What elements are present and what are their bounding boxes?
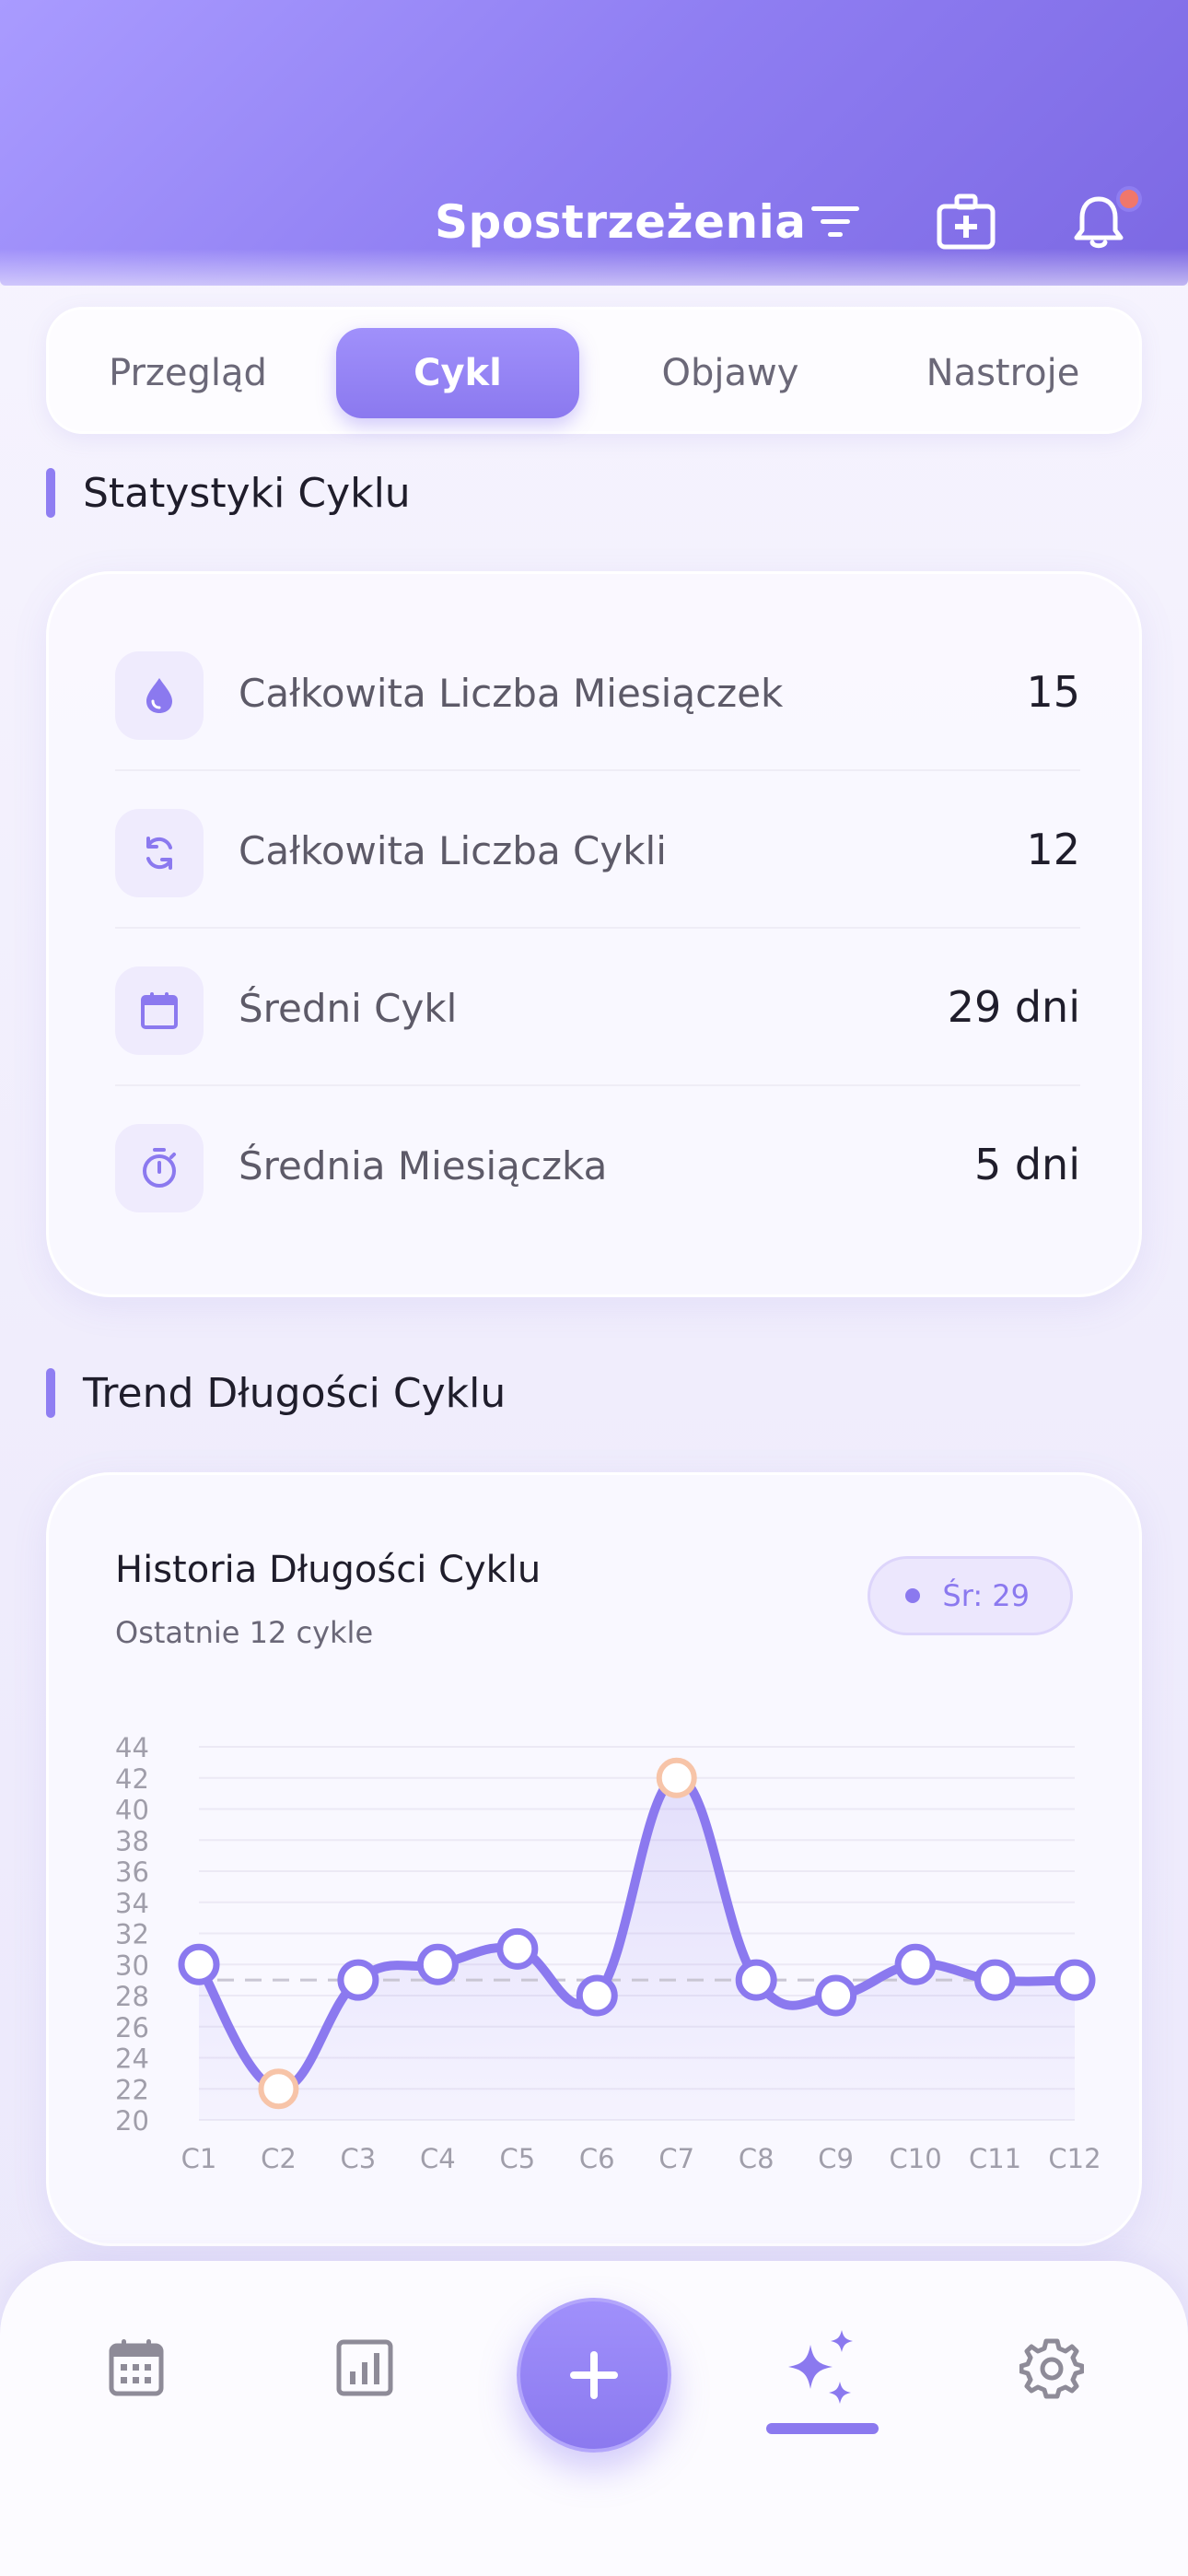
- header: Spostrzeżenia: [0, 0, 1188, 286]
- stat-label: Średni Cykl: [239, 986, 458, 1031]
- data-point: [496, 1927, 539, 1970]
- y-tick-label: 22: [115, 2074, 149, 2105]
- y-tick-label: 28: [115, 1981, 149, 2012]
- data-point: [974, 1959, 1017, 2001]
- data-point: [416, 1943, 459, 1985]
- tab-overview[interactable]: Przegląd: [67, 328, 309, 418]
- stat-row: Średni Cykl 29 dni: [115, 929, 1080, 1086]
- tab-symptoms[interactable]: Objawy: [609, 328, 852, 418]
- data-point: [337, 1959, 379, 2001]
- y-tick-label: 30: [115, 1950, 149, 1981]
- data-point: [656, 1757, 697, 1798]
- y-tick-label: 36: [115, 1856, 149, 1888]
- y-tick-label: 44: [115, 1732, 149, 1763]
- y-tick-label: 32: [115, 1919, 149, 1950]
- section-title-text: Statystyki Cyklu: [83, 469, 411, 517]
- section-title-stats: Statystyki Cyklu: [46, 468, 411, 518]
- x-tick-label: C7: [658, 2143, 694, 2174]
- tab-cycle[interactable]: Cykl: [336, 328, 579, 418]
- stat-value: 29 dni: [947, 982, 1080, 1032]
- trend-area: [199, 1777, 1075, 2120]
- x-tick-label: C1: [181, 2143, 217, 2174]
- section-accent-bar: [46, 468, 55, 518]
- stat-value: 15: [1026, 667, 1080, 717]
- trend-line-chart: 44424038363432302826242220 C1 C2 C3 C4 C5 C6 C7…: [115, 1732, 1101, 2174]
- x-tick-label: C5: [499, 2143, 535, 2174]
- stat-label: Całkowita Liczba Miesiączek: [239, 671, 784, 716]
- add-icon: [570, 2351, 618, 2399]
- x-tick-label: C2: [261, 2143, 297, 2174]
- x-tick-label: C11: [969, 2143, 1021, 2174]
- x-tick-label: C3: [341, 2143, 377, 2174]
- filter-icon[interactable]: [803, 190, 868, 254]
- section-title-trend: Trend Długości Cyklu: [46, 1368, 506, 1418]
- stat-row: Całkowita Liczba Miesiączek 15: [115, 614, 1080, 771]
- calendar-icon[interactable]: [90, 2322, 182, 2414]
- stat-row: Średnia Miesiączka 5 dni: [115, 1086, 1080, 1244]
- stat-row: Całkowita Liczba Cykli 12: [115, 771, 1080, 929]
- data-point: [815, 1974, 857, 2017]
- stat-label: Średnia Miesiączka: [239, 1143, 608, 1188]
- x-tick-label: C10: [890, 2143, 942, 2174]
- cycle-icon: [115, 809, 204, 897]
- y-tick-label: 24: [115, 2043, 149, 2075]
- stat-value: 12: [1026, 825, 1080, 874]
- y-tick-label: 40: [115, 1795, 149, 1826]
- y-tick-label: 42: [115, 1763, 149, 1795]
- active-nav-indicator: [766, 2423, 879, 2434]
- x-tick-label: C9: [818, 2143, 854, 2174]
- add-button[interactable]: [517, 2298, 671, 2453]
- stats-card: Całkowita Liczba Miesiączek 15 Całkowita…: [46, 571, 1142, 1297]
- data-point: [735, 1959, 777, 2001]
- notification-dot: [1116, 186, 1142, 212]
- x-tick-label: C8: [739, 2143, 775, 2174]
- chart-icon[interactable]: [319, 2322, 411, 2414]
- stat-label: Całkowita Liczba Cykli: [239, 828, 667, 873]
- section-title-text: Trend Długości Cyklu: [83, 1369, 507, 1417]
- y-tick-label: 20: [115, 2105, 149, 2137]
- trend-chart-card: Historia Długości Cyklu Ostatnie 12 cykl…: [46, 1472, 1142, 2246]
- y-tick-label: 26: [115, 2012, 149, 2043]
- timer-icon: [115, 1124, 204, 1212]
- section-accent-bar: [46, 1368, 55, 1418]
- y-tick-label: 34: [115, 1888, 149, 1919]
- calendar-icon: [115, 966, 204, 1055]
- x-tick-label: C4: [420, 2143, 456, 2174]
- data-point: [576, 1974, 618, 2017]
- y-tick-label: 38: [115, 1825, 149, 1856]
- tab-moods[interactable]: Nastroje: [881, 328, 1124, 418]
- sparkles-icon[interactable]: [776, 2322, 868, 2414]
- stat-value: 5 dni: [973, 1140, 1080, 1189]
- data-point: [894, 1943, 937, 1985]
- data-point: [1054, 1959, 1096, 2001]
- page-title: Spostrzeżenia: [435, 195, 807, 249]
- medical-kit-icon[interactable]: [934, 190, 998, 254]
- x-tick-label: C12: [1048, 2143, 1101, 2174]
- x-tick-label: C6: [579, 2143, 615, 2174]
- bottom-navigation: [0, 2261, 1188, 2576]
- data-point: [258, 2068, 299, 2110]
- gear-icon[interactable]: [1006, 2322, 1098, 2414]
- segment-tabs: Przegląd Cykl Objawy Nastroje: [46, 307, 1142, 434]
- data-point: [178, 1943, 220, 1985]
- drop-icon: [115, 651, 204, 740]
